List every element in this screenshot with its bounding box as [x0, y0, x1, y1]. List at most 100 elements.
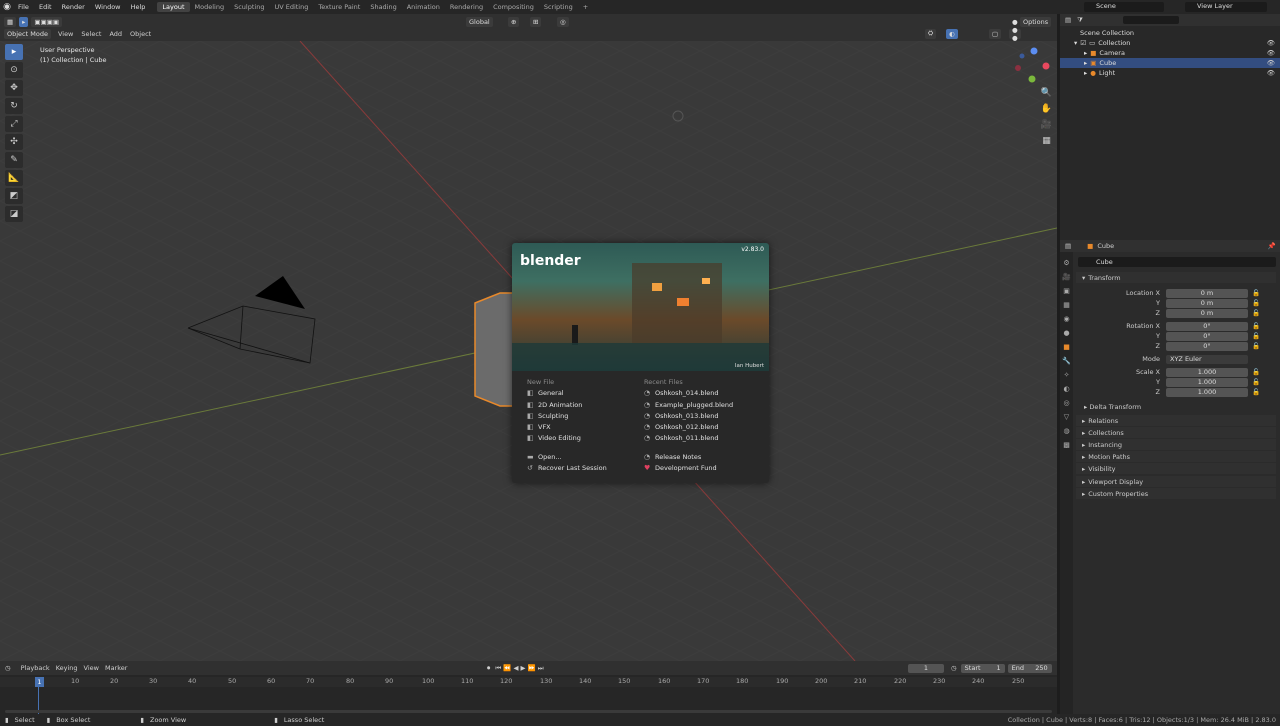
extra-tool-icon[interactable]: ◪ [5, 206, 23, 222]
menu-edit[interactable]: Edit [39, 3, 52, 11]
rotate-tool-icon[interactable]: ↻ [5, 98, 23, 114]
options-dropdown[interactable]: Options [1020, 16, 1052, 27]
playhead[interactable]: 1 [35, 677, 44, 687]
eye-icon[interactable]: 👁 [1267, 49, 1275, 57]
record-icon[interactable]: ⏺ [487, 664, 490, 672]
pan-hand-icon[interactable]: ✋ [1040, 104, 1053, 116]
tab-compositing[interactable]: Compositing [488, 2, 539, 12]
lock-icon[interactable]: 🔓 [1252, 299, 1260, 307]
new-vfx[interactable]: ◧ VFX [527, 422, 607, 433]
menu-object[interactable]: Object [130, 30, 151, 38]
expand-arrow-icon[interactable]: ▸ [1084, 49, 1087, 57]
delta-transform-subpanel[interactable]: ▸ Delta Transform [1084, 403, 1141, 411]
collection-row[interactable]: ▾ ☑ ▭ Collection 👁 [1060, 38, 1280, 48]
transform-tool-icon[interactable]: ✣ [5, 134, 23, 150]
outliner-item-light[interactable]: ▸ ● Light 👁 [1060, 68, 1280, 78]
instancing-panel-header[interactable]: ▸ Instancing [1076, 439, 1276, 450]
menu-file[interactable]: File [18, 3, 29, 11]
pin-icon[interactable]: 📌 [1268, 242, 1276, 250]
tab-uv-editing[interactable]: UV Editing [269, 2, 313, 12]
recover-session[interactable]: ↺ Recover Last Session [527, 463, 607, 474]
expand-arrow-icon[interactable]: ▸ [1084, 69, 1087, 77]
visibility-panel-header[interactable]: ▸ Visibility [1076, 463, 1276, 474]
select-tool-icon[interactable]: ▸ [5, 44, 23, 60]
xray-toggle-button[interactable]: ▢ [989, 28, 1002, 39]
timeline-scrollbar[interactable] [5, 710, 1052, 713]
editor-type-button[interactable]: ▦ [4, 16, 17, 27]
scale-y-field[interactable]: 1.000 [1166, 377, 1248, 387]
location-z-field[interactable]: 0 m [1166, 308, 1248, 318]
transform-panel-header[interactable]: ▾ Transform [1076, 272, 1276, 283]
scene-selector[interactable]: Scene [1084, 2, 1164, 12]
add-workspace-button[interactable]: + [578, 2, 593, 12]
menu-keying[interactable]: Keying [56, 664, 78, 672]
release-notes-link[interactable]: ◔ Release Notes [644, 452, 733, 463]
proportional-edit-button[interactable]: ◎ [557, 16, 569, 27]
rotation-y-field[interactable]: 0° [1166, 331, 1248, 341]
outliner-search-input[interactable] [1122, 16, 1179, 24]
select-mode-button[interactable]: ▸ [19, 16, 29, 27]
timeline-editor-icon[interactable]: ◷ [5, 664, 11, 672]
lock-icon[interactable]: 🔓 [1252, 368, 1260, 376]
rotation-z-field[interactable]: 0° [1166, 341, 1248, 351]
custom-properties-panel-header[interactable]: ▸ Custom Properties [1076, 488, 1276, 499]
gizmo-toggle-button[interactable]: ⛭ [925, 28, 937, 39]
eye-icon[interactable]: 👁 [1267, 59, 1275, 67]
menu-help[interactable]: Help [131, 3, 146, 11]
new-2d-animation[interactable]: ◧ 2D Animation [527, 400, 607, 411]
current-frame-field[interactable]: 1 [908, 663, 944, 673]
play-icon[interactable]: ▶ [521, 664, 526, 672]
lock-icon[interactable]: 🔓 [1252, 309, 1260, 317]
cursor-tool-icon[interactable]: ⊙ [5, 62, 23, 78]
filter-icon[interactable]: ⧩ [1077, 16, 1083, 25]
overlay-toggle-button[interactable]: ◐ [946, 28, 958, 39]
menu-select[interactable]: Select [81, 30, 101, 38]
motion-paths-panel-header[interactable]: ▸ Motion Paths [1076, 451, 1276, 462]
rotation-mode-dropdown[interactable]: XYZ Euler [1166, 354, 1248, 364]
eye-icon[interactable]: 👁 [1267, 39, 1275, 47]
recent-file-1[interactable]: ◔ Oshkosh_014.blend [644, 388, 733, 399]
menu-render[interactable]: Render [62, 3, 85, 11]
tab-animation[interactable]: Animation [402, 2, 445, 12]
checkbox-icon[interactable]: ☑ [1080, 39, 1086, 47]
menu-playback[interactable]: Playback [21, 664, 50, 672]
expand-arrow-icon[interactable]: ▸ [1084, 59, 1087, 67]
pivot-point-button[interactable]: ⊕ [508, 16, 520, 27]
collections-panel-header[interactable]: ▸ Collections [1076, 427, 1276, 438]
view-layer-selector[interactable]: View Layer [1185, 2, 1267, 12]
lock-icon[interactable]: 🔓 [1252, 332, 1260, 340]
rotation-x-field[interactable]: 0° [1166, 321, 1248, 331]
menu-marker[interactable]: Marker [105, 664, 127, 672]
perspective-grid-icon[interactable]: ▦ [1040, 136, 1053, 148]
camera-view-icon[interactable]: 🎥 [1040, 120, 1053, 132]
location-x-field[interactable]: 0 m [1166, 288, 1248, 298]
add-cube-tool-icon[interactable]: ◩ [5, 188, 23, 204]
end-frame-field[interactable]: End 250 [1007, 663, 1052, 673]
eye-icon[interactable]: 👁 [1267, 69, 1275, 77]
menu-add[interactable]: Add [109, 30, 122, 38]
tab-sculpting[interactable]: Sculpting [229, 2, 269, 12]
scale-tool-icon[interactable]: ⤢ [5, 116, 23, 132]
outliner-item-cube[interactable]: ▸ ▣ Cube 👁 [1060, 58, 1280, 68]
open-file[interactable]: ▬ Open... [527, 452, 607, 463]
scene-collection-row[interactable]: Scene Collection [1060, 28, 1280, 38]
lock-icon[interactable]: 🔓 [1252, 388, 1260, 396]
new-sculpting[interactable]: ◧ Sculpting [527, 411, 607, 422]
recent-file-4[interactable]: ◔ Oshkosh_012.blend [644, 422, 733, 433]
zoom-icon[interactable]: 🔍 [1040, 88, 1053, 100]
object-name-field[interactable]: Cube [1078, 257, 1276, 267]
menu-window[interactable]: Window [95, 3, 121, 11]
properties-tab-icons[interactable]: ⚙ 🎥 ▣ ▦ ◉ ● ■ 🔧 ✧ ◐ ◎ ▽ ◍ ▩ [1060, 252, 1073, 452]
menu-timeline-view[interactable]: View [84, 664, 99, 672]
development-fund-link[interactable]: ♥ Development Fund [644, 463, 733, 474]
new-general[interactable]: ◧ General [527, 388, 607, 399]
menu-view[interactable]: View [58, 30, 73, 38]
viewport-display-panel-header[interactable]: ▸ Viewport Display [1076, 476, 1276, 487]
measure-tool-icon[interactable]: 📐 [5, 170, 23, 186]
tab-rendering[interactable]: Rendering [445, 2, 488, 12]
recent-file-5[interactable]: ◔ Oshkosh_011.blend [644, 433, 733, 444]
jump-start-icon[interactable]: ⏮ [495, 664, 501, 672]
tab-texture-paint[interactable]: Texture Paint [313, 2, 365, 12]
move-tool-icon[interactable]: ✥ [5, 80, 23, 96]
tab-shading[interactable]: Shading [365, 2, 401, 12]
